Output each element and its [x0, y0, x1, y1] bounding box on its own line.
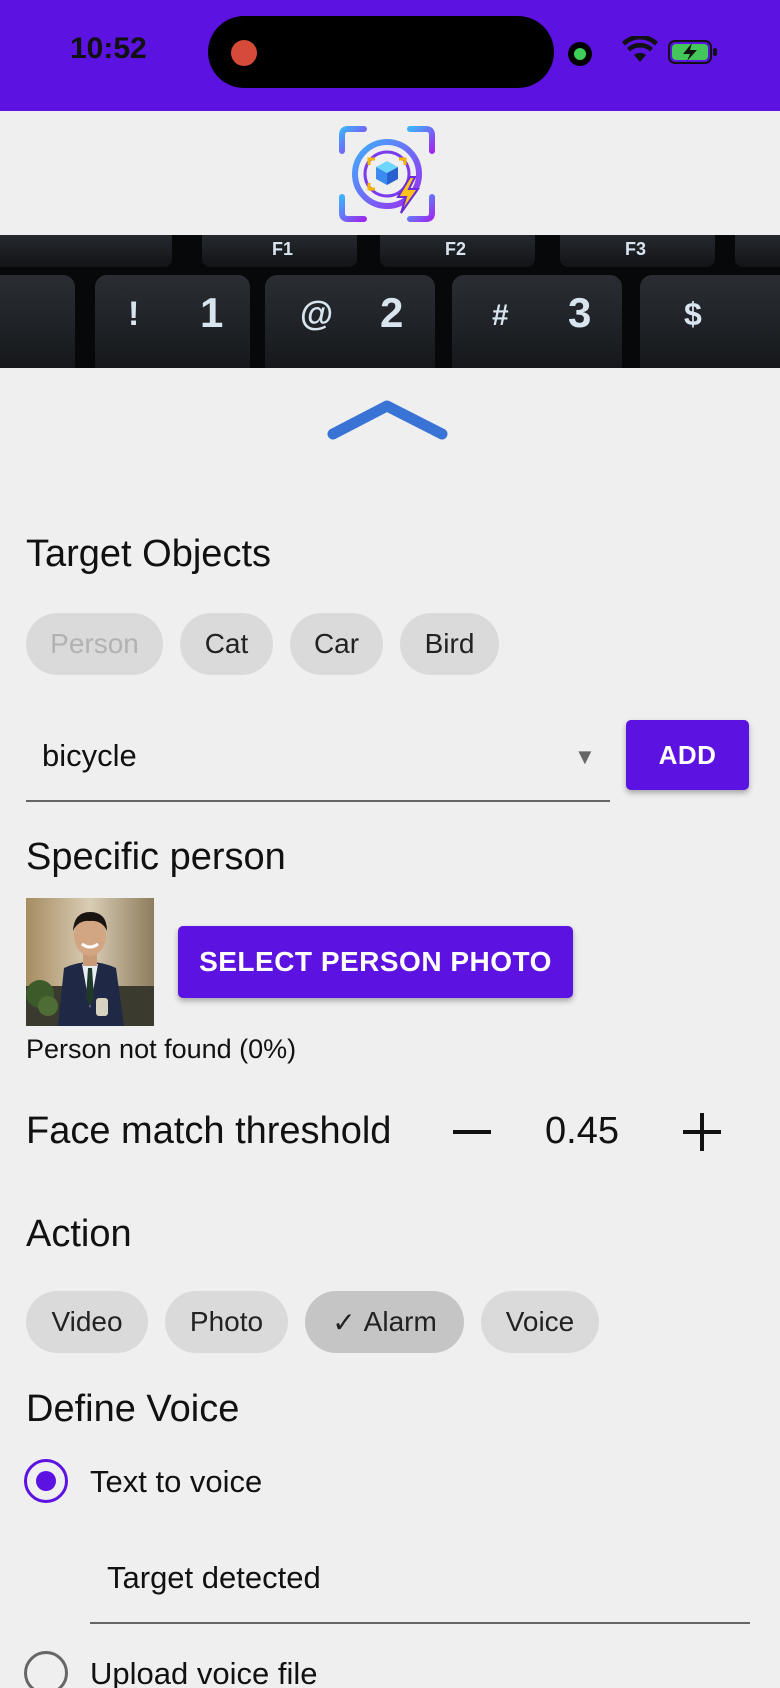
key-label-at: @ — [300, 295, 333, 333]
key-escape — [0, 235, 172, 267]
status-bar: 10:52 — [0, 0, 780, 111]
chip-alarm-label: Alarm — [363, 1306, 437, 1337]
face-scan-logo-icon — [339, 126, 435, 222]
dynamic-island — [208, 16, 554, 88]
chevron-up-icon[interactable] — [325, 396, 450, 446]
person-status-text: Person not found (0%) — [26, 1034, 297, 1064]
key-label-2: 2 — [380, 289, 403, 336]
plus-icon[interactable] — [672, 1102, 732, 1162]
key-label-f3: F3 — [625, 239, 646, 259]
dropdown-arrow-icon: ▼ — [574, 744, 596, 769]
key-label-hash: # — [492, 299, 509, 332]
target-objects-title: Target Objects — [26, 533, 271, 575]
threshold-label: Face match threshold — [26, 1110, 392, 1152]
tts-text-value: Target detected — [107, 1560, 321, 1595]
chip-video[interactable]: Video — [26, 1291, 148, 1353]
app-header — [0, 111, 780, 235]
action-title: Action — [26, 1213, 132, 1255]
radio-upload-voice-label: Upload voice file — [90, 1656, 318, 1688]
key-f4 — [735, 235, 780, 267]
key-4 — [640, 275, 780, 368]
chip-bird[interactable]: Bird — [400, 613, 499, 675]
add-button[interactable]: ADD — [626, 720, 749, 790]
key-label-f2: F2 — [445, 239, 466, 259]
minus-icon[interactable] — [442, 1102, 502, 1162]
chip-person[interactable]: Person — [26, 613, 163, 675]
chip-voice[interactable]: Voice — [481, 1291, 599, 1353]
key-backtick — [0, 275, 75, 368]
key-3 — [452, 275, 622, 368]
chip-car[interactable]: Car — [290, 613, 383, 675]
radio-text-to-voice-label: Text to voice — [90, 1464, 263, 1499]
radio-text-to-voice[interactable] — [24, 1459, 68, 1503]
wifi-icon — [622, 36, 658, 62]
dropdown-value: bicycle — [42, 738, 137, 773]
define-voice-title: Define Voice — [26, 1388, 240, 1430]
tts-text-field[interactable]: Target detected — [90, 1540, 750, 1624]
recording-dot-icon — [231, 40, 257, 66]
key-label-3: 3 — [568, 289, 591, 336]
select-person-photo-button[interactable]: SELECT PERSON PHOTO — [178, 926, 573, 998]
chip-cat[interactable]: Cat — [180, 613, 273, 675]
threshold-value: 0.45 — [545, 1110, 619, 1152]
camera-indicator-icon — [568, 42, 592, 66]
specific-person-title: Specific person — [26, 836, 286, 878]
radio-selected-dot — [36, 1471, 56, 1491]
check-icon: ✓ — [332, 1306, 356, 1338]
chip-photo[interactable]: Photo — [165, 1291, 288, 1353]
chip-alarm[interactable]: ✓ Alarm — [305, 1291, 464, 1353]
object-dropdown[interactable]: bicycle ▼ — [26, 718, 610, 802]
camera-preview-image: F1 F2 F3 ! 1 @ 2 # 3 $ — [0, 235, 780, 368]
key-1 — [95, 275, 250, 368]
key-label-f1: F1 — [272, 239, 293, 259]
camera-preview: F1 F2 F3 ! 1 @ 2 # 3 $ — [0, 235, 780, 368]
battery-charging-icon — [668, 40, 717, 64]
person-photo-image — [26, 898, 154, 1026]
status-time: 10:52 — [70, 32, 147, 65]
key-label-exclaim: ! — [128, 295, 139, 333]
key-label-dollar: $ — [684, 296, 702, 332]
person-photo-thumbnail[interactable] — [26, 898, 154, 1026]
radio-upload-voice[interactable] — [24, 1651, 68, 1688]
key-label-1: 1 — [200, 289, 223, 336]
key-2 — [265, 275, 435, 368]
